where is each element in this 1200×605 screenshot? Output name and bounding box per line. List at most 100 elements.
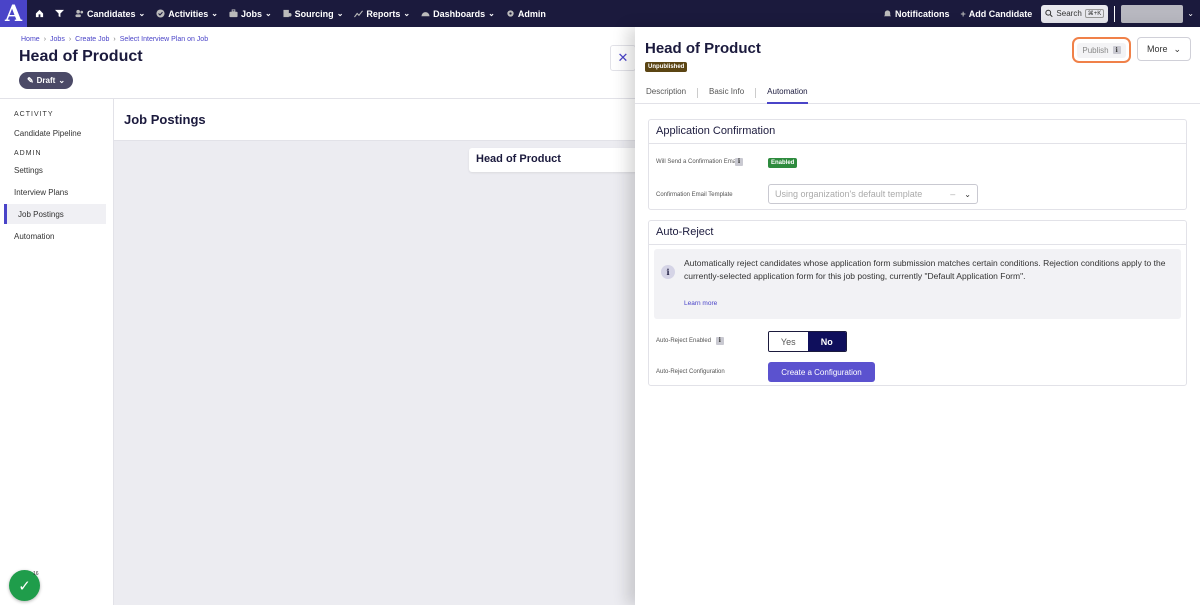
- chevron-down-icon: ⌄: [264, 9, 272, 18]
- chevron-down-icon: ⌄: [58, 76, 66, 85]
- filter-button[interactable]: [55, 9, 64, 18]
- chevron-down-icon: ⌄: [336, 9, 344, 18]
- close-drawer-button[interactable]: ✕: [610, 45, 636, 71]
- status-dropdown[interactable]: ✎ Draft ⌄: [19, 72, 73, 89]
- info-icon: i: [1112, 46, 1121, 54]
- chevron-down-icon[interactable]: ⌄: [1187, 9, 1194, 18]
- info-callout: i Automatically reject candidates whose …: [654, 249, 1181, 319]
- tab-automation[interactable]: Automation: [767, 82, 808, 104]
- plus-icon: +: [960, 8, 966, 19]
- tab-description[interactable]: Description: [646, 82, 686, 104]
- task-count: 16: [33, 571, 39, 577]
- more-label: More: [1146, 44, 1168, 54]
- auto-reject-config-label: Auto-Reject Configuration: [656, 369, 725, 375]
- nav-label: Dashboards: [433, 8, 486, 19]
- home-button[interactable]: [35, 9, 44, 18]
- sidebar-item-automation[interactable]: Automation: [0, 226, 106, 246]
- panel-title: Application Confirmation: [649, 120, 1186, 144]
- nav-label: Admin: [517, 8, 546, 19]
- template-label: Confirmation Email Template: [656, 192, 733, 198]
- breadcrumb-separator: ›: [68, 36, 72, 43]
- add-candidate-label: Add Candidate: [968, 8, 1033, 19]
- people-icon: [75, 9, 84, 18]
- auto-reject-enabled-text: Auto-Reject Enabled: [656, 338, 712, 344]
- notifications-label: Notifications: [895, 8, 950, 19]
- nav-divider: [1114, 5, 1116, 22]
- publish-button[interactable]: Publish i: [1072, 37, 1131, 63]
- drawer-title: Head of Product: [645, 40, 761, 57]
- info-text: Automatically reject candidates whose ap…: [684, 258, 1166, 281]
- breadcrumb-home[interactable]: Home: [21, 36, 40, 43]
- breadcrumb-jobs[interactable]: Jobs: [50, 36, 65, 43]
- publish-inner: Publish i: [1077, 42, 1126, 58]
- nav-dashboards[interactable]: Dashboards ⌄: [421, 9, 495, 19]
- nav-candidates[interactable]: Candidates ⌄: [75, 9, 145, 19]
- briefcase-icon: [229, 9, 238, 18]
- send-confirmation-label: Will Send a Confirmation Email? i: [656, 158, 761, 166]
- sidebar-item-candidate-pipeline[interactable]: Candidate Pipeline: [0, 123, 106, 143]
- home-icon: [35, 9, 44, 18]
- notifications-button[interactable]: Notifications: [883, 9, 950, 19]
- tab-divider: [755, 88, 757, 98]
- page-header: Home › Jobs › Create Job › Select Interview…: [0, 27, 635, 99]
- chevron-down-icon: ⌄: [403, 9, 411, 18]
- gear-icon: [507, 10, 514, 17]
- search-label: Search: [1056, 9, 1082, 18]
- info-icon: i: [735, 158, 743, 166]
- nav-activities[interactable]: Activities ⌄: [156, 9, 218, 19]
- breadcrumb-select-plan[interactable]: Select Interview Plan on Job: [120, 36, 208, 43]
- close-icon: ✕: [617, 50, 629, 65]
- nav-label: Reports: [366, 8, 401, 19]
- nav-sourcing[interactable]: Sourcing ⌄: [283, 9, 344, 19]
- add-candidate-button[interactable]: + Add Candidate: [961, 9, 1033, 19]
- learn-more-link[interactable]: Learn more: [684, 300, 717, 307]
- gauge-icon: [421, 12, 430, 17]
- job-posting-card[interactable]: Head of Product: [469, 148, 639, 172]
- chevron-down-icon: ⌄: [488, 9, 495, 18]
- nav-admin[interactable]: Admin: [506, 9, 546, 19]
- no-option[interactable]: No: [807, 332, 846, 351]
- sidebar-heading-activity: ACTIVITY: [14, 111, 54, 118]
- nav-label: Candidates: [87, 8, 136, 19]
- search-icon: [1045, 9, 1053, 18]
- nav-label: Jobs: [240, 8, 262, 19]
- search-button[interactable]: Search ⌘+K: [1041, 4, 1109, 23]
- tab-basic-info[interactable]: Basic Info: [709, 82, 744, 104]
- nav-reports[interactable]: Reports ⌄: [354, 9, 410, 19]
- pencil-icon: ✎: [26, 76, 34, 85]
- select-dash: –: [950, 189, 956, 199]
- main-body: [114, 141, 635, 605]
- sidebar-item-interview-plans[interactable]: Interview Plans: [0, 182, 106, 202]
- chevron-down-icon: ⌄: [138, 9, 146, 18]
- yes-option[interactable]: Yes: [769, 332, 808, 351]
- more-button[interactable]: More ⌄: [1137, 37, 1191, 61]
- breadcrumb: Home › Jobs › Create Job › Select Interview…: [21, 36, 208, 43]
- chevron-down-icon: ⌄: [964, 189, 971, 199]
- template-select[interactable]: Using organization's default template – …: [768, 184, 978, 204]
- application-confirmation-panel: Application Confirmation Will Send a Con…: [648, 119, 1187, 210]
- chart-icon: [354, 10, 364, 18]
- main-title: Job Postings: [124, 112, 206, 127]
- info-icon: i: [715, 337, 724, 345]
- enabled-badge: Enabled: [768, 158, 798, 168]
- send-confirmation-text: Will Send a Confirmation Email?: [656, 159, 743, 165]
- search-shortcut: ⌘+K: [1084, 9, 1105, 18]
- nav-right: Notifications + Add Candidate Search ⌘+K…: [872, 4, 1200, 23]
- nav-jobs[interactable]: Jobs ⌄: [229, 9, 272, 19]
- sidebar-item-job-postings[interactable]: Job Postings: [4, 204, 106, 224]
- breadcrumb-create-job[interactable]: Create Job: [75, 36, 109, 43]
- sidebar-heading-admin: ADMIN: [14, 150, 42, 157]
- panel-title: Auto-Reject: [649, 221, 1186, 245]
- status-label: Draft: [36, 76, 56, 85]
- chevron-down-icon: ⌄: [1173, 43, 1182, 54]
- bell-icon: [883, 10, 892, 17]
- auto-reject-toggle: Yes No: [768, 331, 847, 352]
- app-logo[interactable]: A: [0, 0, 27, 27]
- nav-label: Activities: [168, 8, 209, 19]
- check-icon: ✓: [18, 577, 31, 595]
- user-menu[interactable]: [1121, 4, 1184, 23]
- status-badge: Unpublished: [645, 62, 688, 72]
- create-configuration-button[interactable]: Create a Configuration: [768, 362, 875, 382]
- sidebar-item-settings[interactable]: Settings: [0, 160, 106, 180]
- auto-reject-panel: Auto-Reject i Automatically reject candi…: [648, 220, 1187, 386]
